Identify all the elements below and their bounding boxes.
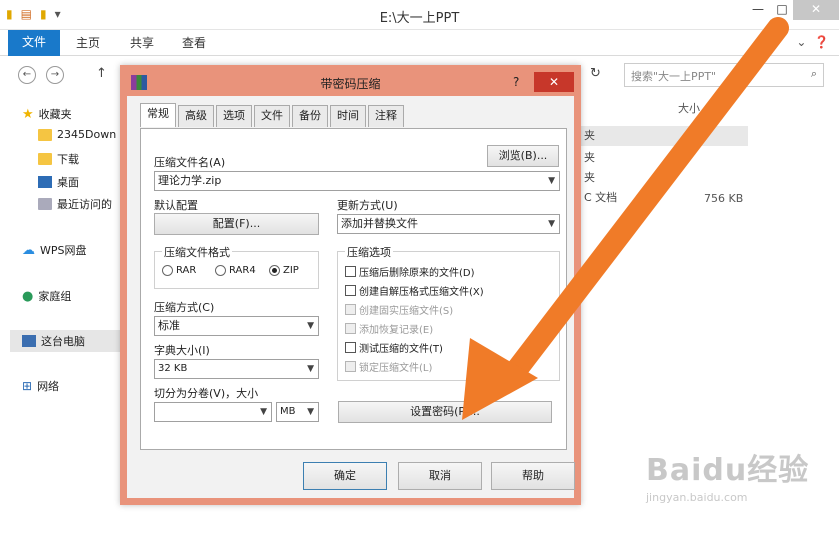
watermark-url: jingyan.baidu.com [646, 491, 748, 504]
watermark-logo: Baidu经验 [646, 453, 810, 488]
baidu-watermark: Baidu经验 jingyan.baidu.com [646, 445, 809, 504]
annotation-arrow-shaft [504, 17, 789, 383]
